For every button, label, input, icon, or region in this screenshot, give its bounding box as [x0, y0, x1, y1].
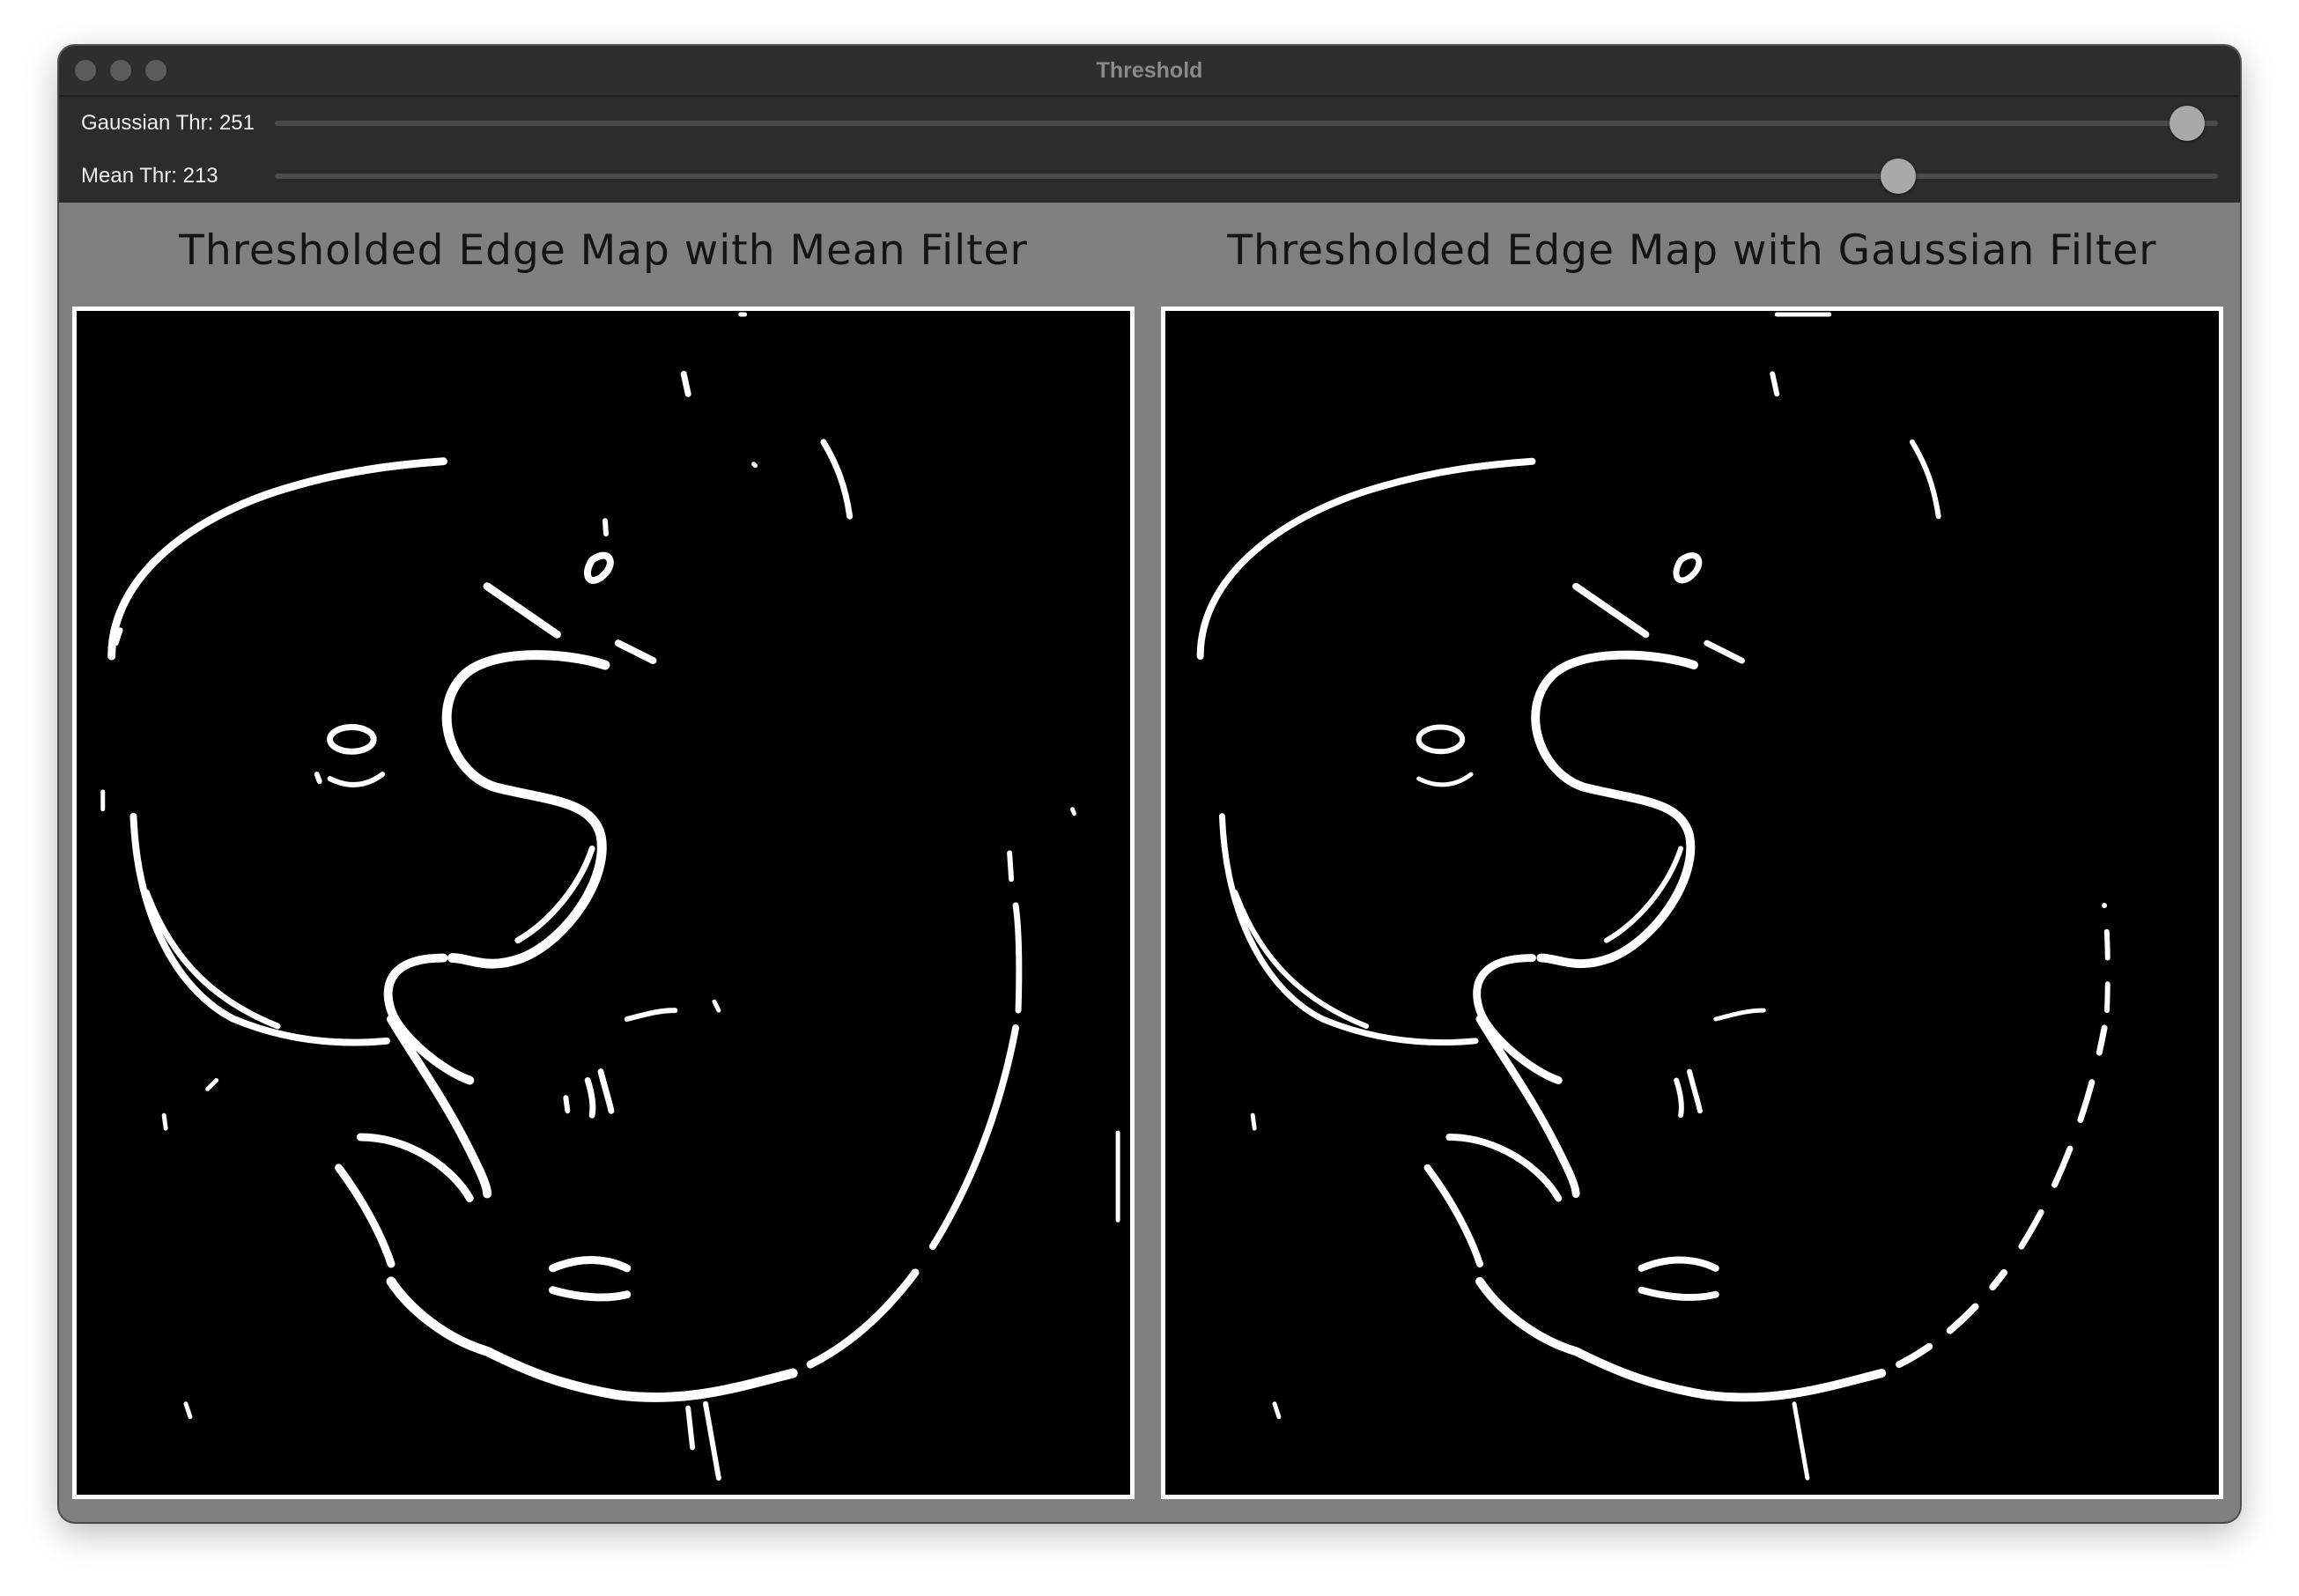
- edge-eye-dot: [314, 772, 322, 785]
- edge-dot-1: [751, 462, 758, 469]
- edge-top-right-arc: [820, 439, 854, 520]
- mean-edge-map-image: [72, 307, 1135, 1499]
- edge-lips-top: [549, 1256, 632, 1273]
- edge-jaw-right: [1896, 1268, 2008, 1369]
- gaussian-filter-title: Thresholded Edge Map with Gaussian Filte…: [1227, 226, 2157, 275]
- gaussian-threshold-track[interactable]: [275, 106, 2218, 141]
- edge-s-inner: [1603, 846, 1684, 943]
- trackbar-panel: Gaussian Thr: 251 Mean Thr: 213: [59, 97, 2240, 203]
- edge-detail-1: [1687, 1068, 1703, 1114]
- edge-right-dash: [1007, 850, 1015, 883]
- edge-ear-tick: [602, 518, 609, 537]
- edge-detail-5: [712, 999, 721, 1013]
- edge-eye: [1416, 724, 1466, 755]
- edge-lips-top: [1637, 1256, 1719, 1272]
- edge-lips-bottom: [1637, 1286, 1719, 1301]
- edge-head-arc: [1196, 457, 1536, 661]
- title-bar: Threshold: [59, 46, 2240, 97]
- mean-threshold-track[interactable]: [275, 159, 2218, 194]
- edge-nose-arc: [1473, 954, 1563, 1084]
- edge-jaw-right: [806, 1268, 920, 1369]
- edge-head-left: [129, 812, 391, 1046]
- threshold-window: Threshold Gaussian Thr: 251 Mean Thr: 21…: [59, 46, 2240, 1522]
- gaussian-edge-map-image: [1161, 307, 2223, 1499]
- edge-big-s: [1531, 650, 1698, 969]
- edge-bottom-tick-2: [685, 1405, 696, 1451]
- edge-scatter-3: [183, 1401, 193, 1420]
- gaussian-threshold-row: Gaussian Thr: 251: [59, 97, 2240, 150]
- edge-detail-2: [584, 1077, 596, 1119]
- edge-bottom-tick-1: [703, 1400, 721, 1481]
- edge-lips-bottom: [549, 1286, 632, 1302]
- window-title: Threshold: [1096, 58, 1203, 83]
- mean-threshold-thumb[interactable]: [1880, 159, 1916, 194]
- edge-right-arc-2: [2102, 903, 2110, 1014]
- edge-top-tick: [680, 370, 691, 397]
- mean-threshold-label: Mean Thr: 213: [81, 164, 218, 188]
- edge-detail-4: [624, 1008, 678, 1022]
- edge-scatter-4: [1070, 807, 1077, 816]
- edge-detail-4: [1713, 1008, 1766, 1022]
- mean-filter-title: Thresholded Edge Map with Mean Filter: [179, 226, 1028, 275]
- edge-big-s: [441, 650, 610, 969]
- edge-detail-1: [597, 1068, 615, 1114]
- edge-mouth-up: [356, 1133, 474, 1202]
- edge-nose-arc: [383, 953, 475, 1085]
- edge-head-left: [1218, 813, 1479, 1046]
- edge-eye-lower: [327, 772, 386, 787]
- edge-top-right-arc: [1909, 439, 1941, 520]
- edge-s-inner: [514, 845, 595, 944]
- mean-edge-map-drawing: [100, 312, 1120, 1481]
- mean-filter-panel: Thresholded Edge Map with Mean Filter: [72, 203, 1135, 1520]
- gaussian-edge-map-drawing: [1196, 312, 2110, 1481]
- edge-right-arc: [928, 1023, 1020, 1251]
- edge-ear-stroke-1: [483, 582, 561, 639]
- gaussian-threshold-thumb[interactable]: [2170, 106, 2206, 141]
- edge-scatter-3: [1272, 1401, 1282, 1420]
- edge-scatter-2: [205, 1078, 219, 1091]
- edge-mouth-up: [1445, 1134, 1563, 1202]
- gaussian-filter-panel: Thresholded Edge Map with Gaussian Filte…: [1161, 203, 2223, 1520]
- edge-detail-2: [1674, 1077, 1684, 1119]
- edge-bottom-tick-1: [1792, 1401, 1810, 1481]
- edge-ear-stroke-2: [614, 639, 657, 665]
- edge-eye: [327, 724, 377, 755]
- gaussian-threshold-label: Gaussian Thr: 251: [81, 111, 255, 135]
- edge-right-arc-2: [1012, 902, 1023, 1014]
- edge-right-arc: [2018, 1024, 2108, 1250]
- edge-scatter-1: [1250, 1112, 1257, 1131]
- edge-ear-stroke-2: [1704, 639, 1745, 664]
- edge-top-tick: [1770, 371, 1780, 397]
- edge-ear-loop: [1673, 552, 1703, 584]
- edge-chin-line: [1423, 1164, 1483, 1267]
- edge-eye-lower: [1416, 772, 1474, 787]
- edge-scatter-1: [161, 1112, 168, 1131]
- edge-chin-line: [335, 1164, 395, 1268]
- edge-ear-loop: [584, 551, 614, 584]
- mean-threshold-row: Mean Thr: 213: [59, 150, 2240, 203]
- edge-head-arc: [107, 457, 447, 661]
- edge-detail-3: [563, 1095, 571, 1114]
- edge-ear-stroke-1: [1572, 582, 1650, 639]
